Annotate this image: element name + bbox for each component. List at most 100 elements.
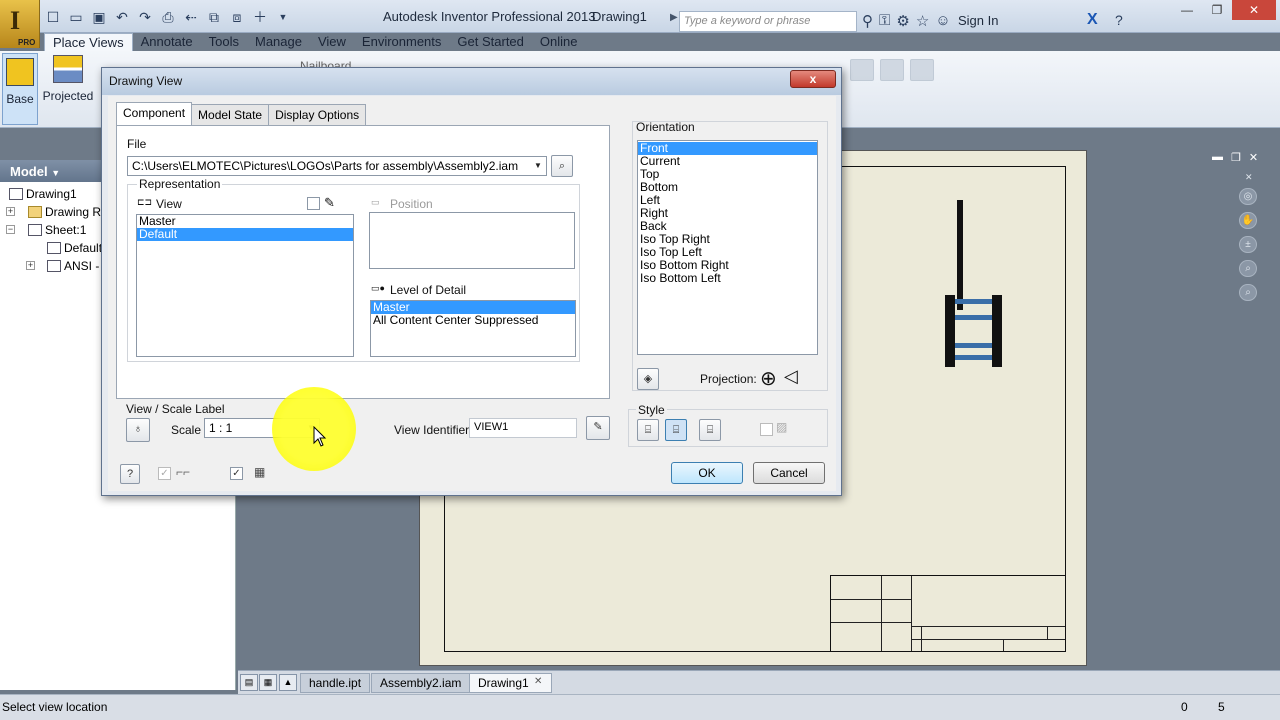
help-button[interactable]: ? — [120, 464, 140, 484]
zoom-all-icon[interactable]: ⌕ — [1239, 260, 1257, 277]
view-identifier-input[interactable]: VIEW1 — [469, 418, 577, 438]
light-bulb-icon: ♁ — [133, 423, 143, 435]
associative-checkbox[interactable] — [307, 197, 320, 210]
tab-place-views[interactable]: Place Views — [44, 33, 133, 51]
minimize-icon[interactable]: — — [1172, 0, 1202, 20]
lod-item[interactable]: All Content Center Suppressed — [371, 314, 575, 327]
close-icon[interactable]: ✕ — [1249, 151, 1258, 164]
style-from-base-checkbox[interactable] — [760, 423, 773, 436]
steering-wheel-icon[interactable]: ◎ — [1239, 188, 1257, 205]
subscription-icon[interactable]: ⚙ — [896, 12, 909, 30]
tab-display-options[interactable]: Display Options — [268, 104, 367, 125]
binoculars-icon[interactable]: ⚲ — [862, 12, 873, 30]
tab-tools[interactable]: Tools — [201, 33, 247, 51]
lod-list[interactable]: Master All Content Center Suppressed — [370, 300, 576, 357]
style-shaded-button[interactable]: ⌸ — [699, 419, 721, 441]
title-block-line — [921, 626, 922, 651]
doc-tab-handle[interactable]: handle.ipt — [300, 673, 371, 693]
view-identifier-label: View Identifier — [394, 423, 470, 437]
key-icon[interactable]: ⚿ — [879, 12, 890, 30]
browse-file-button[interactable]: ⌕ — [551, 155, 573, 177]
copy-icon[interactable]: ⧉ — [205, 9, 223, 25]
third-angle-projection-icon[interactable]: ◁ — [784, 366, 798, 387]
tab-view[interactable]: View — [310, 33, 354, 51]
tab-annotate[interactable]: Annotate — [133, 33, 201, 51]
position-rep-list[interactable] — [369, 212, 575, 269]
dropdown-icon[interactable]: ▼ — [274, 9, 292, 25]
ribbon-tool-icon[interactable] — [880, 59, 904, 81]
redo-icon[interactable]: ↷ — [136, 9, 154, 25]
ok-button[interactable]: OK — [671, 462, 743, 484]
help-icon: ? — [126, 468, 134, 480]
status-text: Select view location — [2, 700, 108, 714]
save-icon[interactable]: ▣ — [90, 9, 108, 25]
orientation-list[interactable]: Front Current Top Bottom Left Right Back… — [637, 140, 818, 355]
tab-component[interactable]: Component — [116, 102, 193, 125]
restore-icon[interactable]: ❐ — [1231, 151, 1241, 164]
close-tab-icon[interactable]: ✕ — [534, 676, 542, 687]
first-angle-projection-icon[interactable]: ⊕ — [760, 366, 777, 391]
expand-icon[interactable]: + — [6, 207, 15, 216]
tab-environments[interactable]: Environments — [354, 33, 449, 51]
undo-icon[interactable]: ↶ — [113, 9, 131, 25]
tab-model-state[interactable]: Model State — [191, 104, 270, 125]
cancel-button[interactable]: Cancel — [753, 462, 825, 484]
tab-manage[interactable]: Manage — [247, 33, 310, 51]
tab-online[interactable]: Online — [532, 33, 586, 51]
toggle-label-visibility-button[interactable]: ♁ — [126, 418, 150, 442]
chevron-down-icon[interactable]: ▼ — [531, 158, 545, 174]
status-bar: Select view location 0 5 — [0, 694, 1280, 720]
style-hidden-line-removed-button[interactable]: ⌸ — [665, 419, 687, 441]
change-view-orientation-button[interactable]: ◈ — [637, 368, 659, 390]
app-menu-button[interactable]: I PRO — [0, 0, 40, 48]
style-hidden-line-button[interactable]: ⌸ — [637, 419, 659, 441]
zoom-icon[interactable]: ± — [1239, 236, 1257, 253]
navbar-close-icon[interactable]: ✕ — [1245, 172, 1253, 183]
collapse-icon[interactable]: − — [6, 225, 15, 234]
scroll-up-icon[interactable]: ▲ — [279, 674, 297, 691]
view-rep-item[interactable]: Default — [137, 228, 353, 241]
tile-horizontal-icon[interactable]: ▤ — [240, 674, 258, 691]
file-path-combo[interactable]: C:\Users\ELMOTEC\Pictures\LOGOs\Parts fo… — [127, 156, 547, 176]
help-icon[interactable]: ? — [1115, 12, 1123, 28]
exchange-icon[interactable]: X — [1087, 11, 1098, 29]
orientation-item[interactable]: Bottom — [638, 181, 817, 194]
tab-get-started[interactable]: Get Started — [449, 33, 531, 51]
pan-icon[interactable]: ✋ — [1239, 212, 1257, 229]
orientation-item[interactable]: Iso Bottom Left — [638, 272, 817, 285]
projected-view-button[interactable]: Projected — [40, 55, 96, 103]
expand-icon[interactable]: + — [26, 261, 35, 270]
scale-value: 1 : 1 — [209, 421, 233, 435]
edit-label-button[interactable]: ✎ — [586, 416, 610, 440]
new-icon[interactable]: ☐ — [44, 9, 62, 25]
print-icon[interactable]: ⎙ — [159, 9, 177, 25]
dialog-close-button[interactable]: x — [790, 70, 836, 88]
orientation-item[interactable]: Current — [638, 155, 817, 168]
tree-label: Drawing1 — [26, 187, 77, 201]
minimize-icon[interactable]: ▬ — [1212, 151, 1223, 164]
return-icon[interactable]: ⇠ — [182, 9, 200, 25]
open-icon[interactable]: ▭ — [67, 9, 85, 25]
restore-icon[interactable]: ❐ — [1202, 0, 1232, 20]
component-tab-panel: File C:\Users\ELMOTEC\Pictures\LOGOs\Par… — [116, 125, 610, 399]
update-icon[interactable]: ⧈ — [228, 9, 246, 25]
user-icon[interactable]: ☺ — [935, 12, 950, 30]
close-window-icon[interactable]: ✕ — [1232, 0, 1276, 20]
drawing-view-dialog: Drawing View x Component Model State Dis… — [101, 67, 842, 496]
search-expand-icon[interactable]: ▶ — [670, 12, 678, 23]
plus-icon[interactable]: ＋ — [251, 9, 269, 25]
option-checkbox-disabled[interactable]: ✓ — [158, 467, 171, 480]
view-rep-list[interactable]: Master Default — [136, 214, 354, 357]
option-checkbox[interactable]: ✓ — [230, 467, 243, 480]
zoom-window-icon[interactable]: ⌕ — [1239, 284, 1257, 301]
help-search-input[interactable]: Type a keyword or phrase — [679, 11, 857, 32]
tile-vertical-icon[interactable]: ▦ — [259, 674, 277, 691]
favorites-icon[interactable]: ☆ — [916, 12, 929, 30]
doc-tab-assembly2[interactable]: Assembly2.iam — [371, 673, 471, 693]
sign-in-link[interactable]: Sign In — [958, 13, 998, 28]
base-view-button[interactable]: Base — [2, 53, 38, 125]
title-block-line — [881, 576, 882, 651]
ribbon-tool-icon[interactable] — [910, 59, 934, 81]
assembly-front-view[interactable] — [940, 195, 1010, 370]
ribbon-tool-icon[interactable] — [850, 59, 874, 81]
